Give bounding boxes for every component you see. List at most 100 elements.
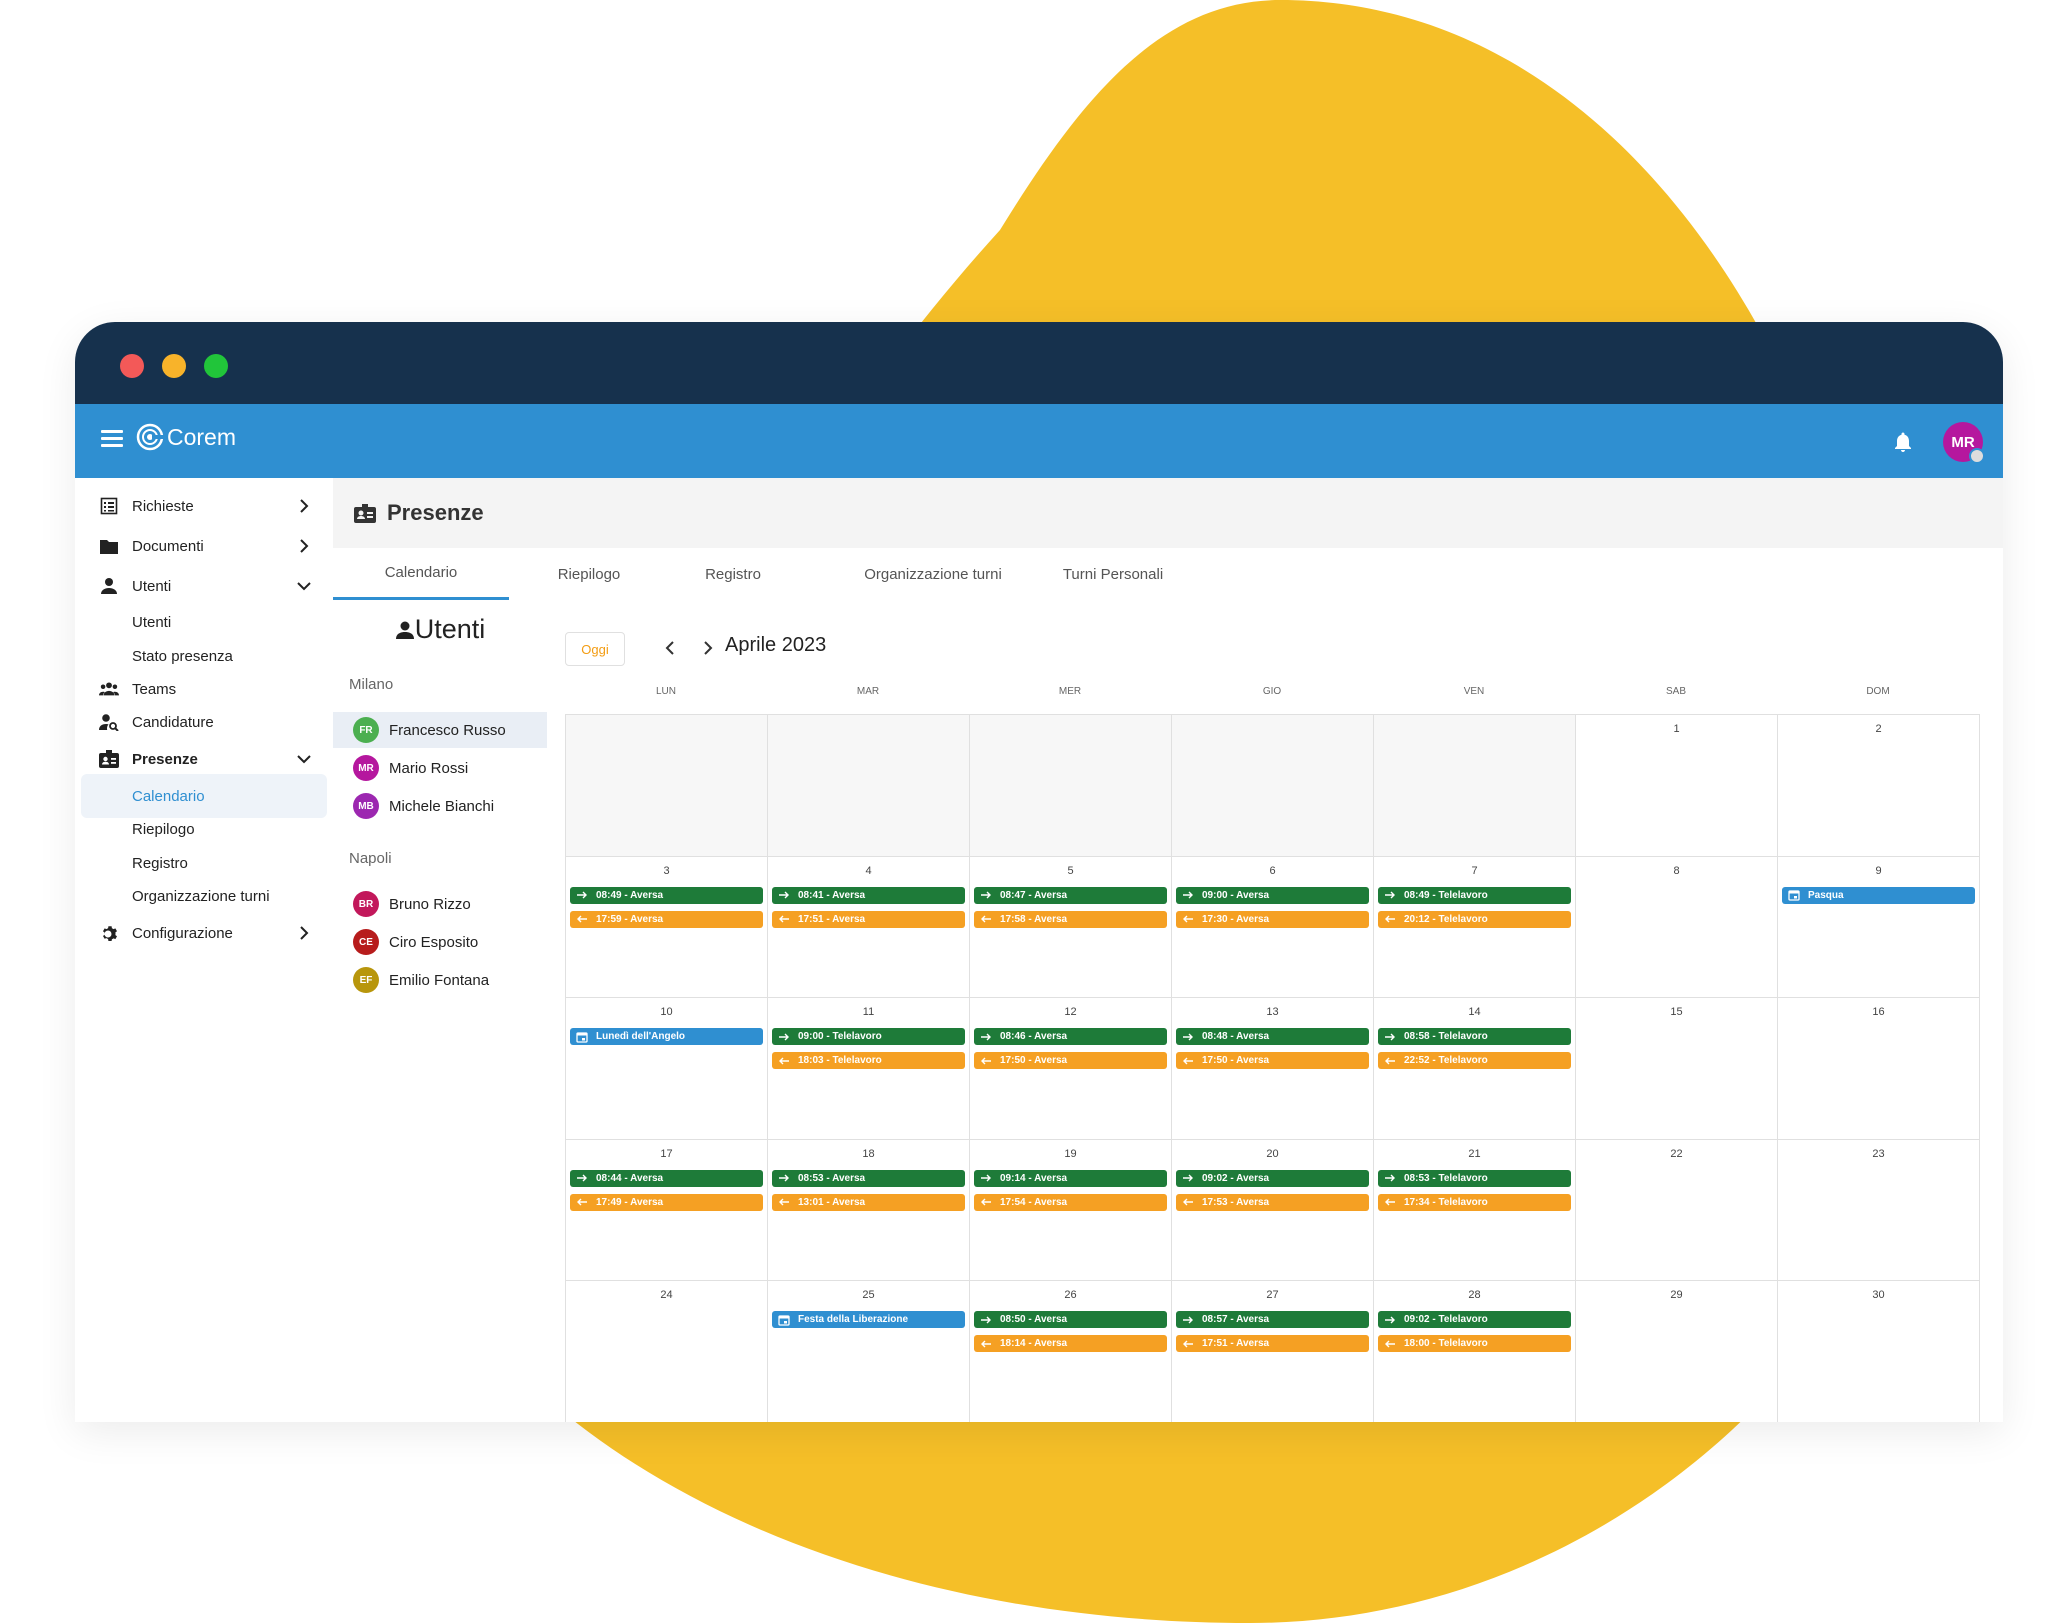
tab-registro[interactable]: Registro	[663, 548, 803, 600]
calendar-day-24[interactable]: 24	[566, 1281, 768, 1422]
holiday-event[interactable]: Pasqua	[1782, 886, 1975, 904]
sidebar-item-presenze[interactable]: Presenze	[75, 739, 333, 779]
clock-in-event[interactable]: 08:44 - Aversa	[570, 1169, 763, 1187]
calendar-day-27[interactable]: 27 08:57 - Aversa 17:51 - Aversa	[1172, 1281, 1374, 1422]
calendar-day-10[interactable]: 10 Lunedì dell'Angelo	[566, 998, 768, 1140]
clock-out-event[interactable]: 13:01 - Aversa	[772, 1193, 965, 1211]
calendar-day-9[interactable]: 9 Pasqua	[1778, 856, 1980, 999]
clock-in-event[interactable]: 08:53 - Aversa	[772, 1169, 965, 1187]
clock-out-event[interactable]: 17:58 - Aversa	[974, 910, 1167, 928]
today-button[interactable]: Oggi	[565, 632, 625, 666]
calendar-day-25[interactable]: 25 Festa della Liberazione	[768, 1281, 970, 1422]
tab-calendario[interactable]: Calendario	[333, 548, 509, 600]
minimize-window-button[interactable]	[162, 354, 186, 378]
clock-in-event[interactable]: 09:02 - Aversa	[1176, 1169, 1369, 1187]
calendar-day-19[interactable]: 19 09:14 - Aversa 17:54 - Aversa	[970, 1139, 1172, 1282]
clock-in-event[interactable]: 09:00 - Aversa	[1176, 886, 1369, 904]
chevron-right-icon[interactable]	[697, 638, 717, 658]
clock-in-event[interactable]: 08:41 - Aversa	[772, 886, 965, 904]
calendar-day-17[interactable]: 17 08:44 - Aversa 17:49 - Aversa	[566, 1139, 768, 1282]
brand-logo[interactable]: Corem	[135, 422, 236, 452]
user-item-emilio-fontana[interactable]: EF Emilio Fontana	[333, 962, 547, 998]
clock-in-event[interactable]: 08:49 - Telelavoro	[1378, 886, 1571, 904]
clock-in-event[interactable]: 08:49 - Aversa	[570, 886, 763, 904]
calendar-day-22[interactable]: 22	[1576, 1139, 1778, 1282]
tab-organizzazione-turni[interactable]: Organizzazione turni	[823, 548, 1043, 600]
clock-in-event[interactable]: 08:57 - Aversa	[1176, 1311, 1369, 1329]
clock-in-event[interactable]: 08:48 - Aversa	[1176, 1028, 1369, 1046]
clock-out-event[interactable]: 20:12 - Telelavoro	[1378, 910, 1571, 928]
sidebar-subitem-organizzazione-turni[interactable]: Organizzazione turni	[75, 876, 333, 916]
sidebar-item-richieste[interactable]: Richieste	[75, 486, 333, 526]
calendar-day-6[interactable]: 6 09:00 - Aversa 17:30 - Aversa	[1172, 856, 1374, 999]
calendar-day-empty[interactable]	[768, 715, 970, 857]
clock-in-event[interactable]: 08:53 - Telelavoro	[1378, 1169, 1571, 1187]
calendar-day-30[interactable]: 30	[1778, 1281, 1980, 1422]
close-window-button[interactable]	[120, 354, 144, 378]
calendar-day-29[interactable]: 29	[1576, 1281, 1778, 1422]
calendar-day-14[interactable]: 14 08:58 - Telelavoro 22:52 - Telelavoro	[1374, 998, 1576, 1140]
bell-icon[interactable]	[1891, 430, 1915, 454]
calendar-day-3[interactable]: 3 08:49 - Aversa 17:59 - Aversa	[566, 856, 768, 999]
clock-out-event[interactable]: 17:53 - Aversa	[1176, 1193, 1369, 1211]
maximize-window-button[interactable]	[204, 354, 228, 378]
calendar-day-20[interactable]: 20 09:02 - Aversa 17:53 - Aversa	[1172, 1139, 1374, 1282]
clock-in-event[interactable]: 08:50 - Aversa	[974, 1311, 1167, 1329]
clock-in-event[interactable]: 09:14 - Aversa	[974, 1169, 1167, 1187]
clock-in-event[interactable]: 09:00 - Telelavoro	[772, 1028, 965, 1046]
user-item-bruno-rizzo[interactable]: BR Bruno Rizzo	[333, 886, 547, 922]
calendar-day-26[interactable]: 26 08:50 - Aversa 18:14 - Aversa	[970, 1281, 1172, 1422]
holiday-event[interactable]: Lunedì dell'Angelo	[570, 1028, 763, 1046]
calendar-day-11[interactable]: 11 09:00 - Telelavoro 18:03 - Telelavoro	[768, 998, 970, 1140]
clock-out-event[interactable]: 22:52 - Telelavoro	[1378, 1052, 1571, 1070]
calendar-day-1[interactable]: 1	[1576, 715, 1778, 857]
sidebar-item-candidature[interactable]: Candidature	[75, 702, 333, 742]
calendar-day-21[interactable]: 21 08:53 - Telelavoro 17:34 - Telelavoro	[1374, 1139, 1576, 1282]
clock-in-event[interactable]: 08:46 - Aversa	[974, 1028, 1167, 1046]
calendar-day-12[interactable]: 12 08:46 - Aversa 17:50 - Aversa	[970, 998, 1172, 1140]
clock-out-event[interactable]: 17:54 - Aversa	[974, 1193, 1167, 1211]
clock-out-event[interactable]: 17:51 - Aversa	[772, 910, 965, 928]
calendar-day-4[interactable]: 4 08:41 - Aversa 17:51 - Aversa	[768, 856, 970, 999]
menu-icon[interactable]	[101, 430, 123, 452]
clock-out-event[interactable]: 17:51 - Aversa	[1176, 1335, 1369, 1353]
calendar-day-23[interactable]: 23	[1778, 1139, 1980, 1282]
clock-out-event[interactable]: 17:34 - Telelavoro	[1378, 1193, 1571, 1211]
sidebar-item-utenti[interactable]: Utenti	[75, 566, 333, 606]
user-avatar[interactable]: MR	[1943, 422, 1985, 464]
calendar-day-5[interactable]: 5 08:47 - Aversa 17:58 - Aversa	[970, 856, 1172, 999]
tab-riepilogo[interactable]: Riepilogo	[499, 548, 679, 600]
clock-out-event[interactable]: 17:59 - Aversa	[570, 910, 763, 928]
clock-in-event[interactable]: 08:47 - Aversa	[974, 886, 1167, 904]
calendar-day-18[interactable]: 18 08:53 - Aversa 13:01 - Aversa	[768, 1139, 970, 1282]
calendar-day-8[interactable]: 8	[1576, 856, 1778, 999]
calendar-day-empty[interactable]	[970, 715, 1172, 857]
clock-out-event[interactable]: 17:30 - Aversa	[1176, 910, 1369, 928]
clock-out-event[interactable]: 17:50 - Aversa	[1176, 1052, 1369, 1070]
tab-turni-personali[interactable]: Turni Personali	[1023, 548, 1203, 600]
calendar-day-empty[interactable]	[1374, 715, 1576, 857]
calendar-day-15[interactable]: 15	[1576, 998, 1778, 1140]
clock-out-event[interactable]: 17:49 - Aversa	[570, 1193, 763, 1211]
sidebar-item-documenti[interactable]: Documenti	[75, 526, 333, 566]
holiday-event[interactable]: Festa della Liberazione	[772, 1311, 965, 1329]
calendar-day-empty[interactable]	[1172, 715, 1374, 857]
user-item-ciro-esposito[interactable]: CE Ciro Esposito	[333, 924, 547, 960]
clock-out-event[interactable]: 18:14 - Aversa	[974, 1335, 1167, 1353]
sidebar-item-configurazione[interactable]: Configurazione	[75, 913, 333, 953]
clock-in-event[interactable]: 09:02 - Telelavoro	[1378, 1311, 1571, 1329]
calendar-day-empty[interactable]	[566, 715, 768, 857]
calendar-day-28[interactable]: 28 09:02 - Telelavoro 18:00 - Telelavoro	[1374, 1281, 1576, 1422]
clock-out-event[interactable]: 17:50 - Aversa	[974, 1052, 1167, 1070]
calendar-day-2[interactable]: 2	[1778, 715, 1980, 857]
calendar-day-7[interactable]: 7 08:49 - Telelavoro 20:12 - Telelavoro	[1374, 856, 1576, 999]
clock-out-event[interactable]: 18:03 - Telelavoro	[772, 1052, 965, 1070]
calendar-day-16[interactable]: 16	[1778, 998, 1980, 1140]
user-item-francesco-russo[interactable]: FR Francesco Russo	[333, 712, 547, 748]
clock-out-event[interactable]: 18:00 - Telelavoro	[1378, 1335, 1571, 1353]
user-item-mario-rossi[interactable]: MR Mario Rossi	[333, 750, 547, 786]
clock-in-event[interactable]: 08:58 - Telelavoro	[1378, 1028, 1571, 1046]
calendar-day-13[interactable]: 13 08:48 - Aversa 17:50 - Aversa	[1172, 998, 1374, 1140]
user-item-michele-bianchi[interactable]: MB Michele Bianchi	[333, 788, 547, 824]
chevron-left-icon[interactable]	[661, 638, 681, 658]
